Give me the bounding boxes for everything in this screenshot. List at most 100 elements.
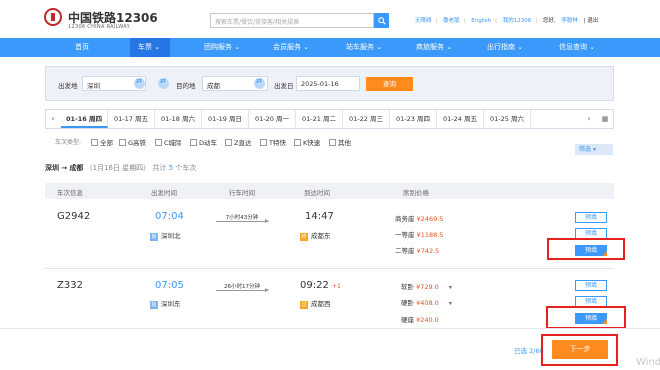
seat-name: 一等座 [395, 231, 415, 239]
filter-option-z[interactable]: Z直达 [225, 137, 251, 147]
chevron-down-icon[interactable]: ▾ [449, 300, 452, 307]
depart-station-name: 深圳东 [161, 300, 181, 308]
next-day-marker: +1 [332, 283, 341, 290]
date-tab-7[interactable]: 01-23 周四 [390, 110, 437, 128]
nav-home[interactable]: 首页 [75, 38, 89, 57]
search-button[interactable] [374, 13, 389, 28]
book-button-business[interactable]: 预填 [575, 212, 607, 223]
seat-name: 硬座 [401, 316, 414, 324]
main-nav: 首页 车票 ⌄ 团购服务 ⌄ 会员服务 ⌄ 站车服务 ⌄ 商旅服务 ⌄ 出行指南… [0, 38, 660, 57]
depart-station: 始深圳东 [150, 298, 181, 309]
calendar-icon[interactable]: ▦ [598, 110, 612, 128]
seat-name: 二等座 [395, 247, 415, 255]
site-search-input[interactable]: 搜索车票/餐饮/常旅客/相关规章 [210, 13, 374, 28]
filter-button[interactable]: 筛选 ▾ [575, 144, 613, 155]
seat-price: ¥742.5 [416, 247, 440, 255]
filter-option-k[interactable]: K快速 [294, 137, 320, 147]
chevron-left-icon[interactable]: ‹ [46, 110, 60, 128]
language-link[interactable]: English [471, 18, 491, 24]
username-link[interactable]: 李聪林 [561, 18, 578, 24]
date-tab-8[interactable]: 01-24 周五 [437, 110, 484, 128]
logout-link[interactable]: | 退出 [584, 18, 599, 24]
seat-price: ¥240.0 [416, 316, 439, 324]
date-tab-3[interactable]: 01-19 周日 [202, 110, 249, 128]
filter-option-label: C城际 [164, 139, 182, 147]
seat-soft-sleeper: 软卧 ¥729.0 ▾ [401, 281, 452, 291]
train-number[interactable]: Z332 [57, 280, 83, 291]
row-divider [45, 268, 614, 269]
pass-station-badge: 过 [300, 301, 308, 309]
date-tab-2[interactable]: 01-18 周六 [155, 110, 202, 128]
date-tab-6[interactable]: 01-22 周三 [343, 110, 390, 128]
duration-arrow-icon [216, 219, 269, 223]
nav-group-label: 团购服务 [204, 43, 232, 51]
query-button[interactable]: 查询 [366, 77, 413, 91]
filter-option-label: D动车 [199, 139, 218, 147]
seat-business: 商务座 ¥2469.5 [395, 213, 443, 223]
nav-station-label: 站车服务 [346, 43, 374, 51]
nav-member-service[interactable]: 会员服务 ⌄ [273, 38, 309, 57]
filter-option-label: G高铁 [128, 139, 147, 147]
os-watermark: Wind [636, 357, 660, 368]
highlight-box [547, 238, 625, 260]
swap-stations-icon[interactable] [158, 77, 169, 89]
chevron-down-icon: ⌄ [234, 43, 241, 51]
chevron-right-icon[interactable]: › [582, 110, 596, 128]
chevron-down-icon[interactable]: ▾ [449, 284, 452, 291]
filter-option-label: T特快 [269, 139, 286, 147]
depart-station-name: 深圳北 [161, 232, 181, 240]
depart-station: 始深圳北 [150, 230, 181, 241]
date-input[interactable]: 2025-01-16 [296, 76, 360, 91]
elderly-mode-link[interactable]: 敬老版 [443, 18, 460, 24]
railway-logo-icon [44, 8, 62, 26]
my-12306-link[interactable]: 我的12306 [503, 18, 532, 24]
start-station-badge: 始 [150, 233, 158, 241]
location-icon [134, 77, 145, 89]
route-summary: 深圳 → 成都 （1月16日 星期四） 共计 5 个车次 [45, 163, 196, 173]
filter-option-label: 全部 [100, 139, 113, 147]
nav-group-service[interactable]: 团购服务 ⌄ [204, 38, 240, 57]
chevron-down-icon: ▾ [592, 146, 596, 153]
nav-station-service[interactable]: 站车服务 ⌄ [346, 38, 382, 57]
nav-tickets[interactable]: 车票 ⌄ [130, 38, 170, 57]
date-tab-4[interactable]: 01-20 周一 [249, 110, 296, 128]
checkbox-icon [155, 139, 162, 146]
filter-option-g[interactable]: G高铁 [119, 137, 146, 147]
seat-first-class: 一等座 ¥1188.5 [395, 229, 443, 239]
arrive-station: 过成都西 [300, 298, 331, 309]
filter-option-t[interactable]: T特快 [260, 137, 286, 147]
checkbox-icon [190, 139, 197, 146]
col-duration: 行车时间 [229, 189, 255, 197]
summary-count: 5 [168, 164, 174, 172]
filter-option-all[interactable]: 全部 [91, 137, 113, 147]
col-train-info: 车次信息 [57, 189, 83, 197]
date-tab-0[interactable]: 01-16 周四 [61, 110, 108, 128]
header: 中国铁路12306 12306 CHINA RAILWAY 搜索车票/餐饮/常旅… [0, 0, 660, 38]
nav-guide-label: 出行指南 [487, 43, 515, 51]
nav-business-service[interactable]: 商旅服务 ⌄ [416, 38, 452, 57]
filter-option-other[interactable]: 其他 [329, 137, 351, 147]
arrive-station-name: 成都东 [311, 232, 331, 240]
seat-price: ¥2469.5 [416, 215, 444, 223]
summary-count-prefix: 共计 [152, 164, 167, 172]
date-tab-1[interactable]: 01-17 周五 [108, 110, 155, 128]
filter-option-c[interactable]: C城际 [155, 137, 182, 147]
train-number[interactable]: G2942 [57, 211, 90, 222]
seat-name: 软卧 [401, 283, 414, 291]
date-tab-5[interactable]: 01-21 周二 [296, 110, 343, 128]
ticket-search-form: 出发地 深圳 目的地 成都 出发日 2025-01-16 查询 [45, 66, 614, 101]
accessibility-link[interactable]: 无障碍 [415, 18, 432, 24]
seat-hard-sleeper: 硬卧 ¥408.0 ▾ [401, 297, 452, 307]
arrive-time-value: 14:47 [305, 211, 334, 222]
arrive-time: 09:22 +1 [300, 280, 341, 291]
nav-info-query[interactable]: 信息查询 ⌄ [559, 38, 595, 57]
selected-count[interactable]: 已选 2/60 [514, 345, 544, 355]
book-button-soft-sleeper[interactable]: 预填 [575, 280, 607, 291]
checkbox-icon [294, 139, 301, 146]
nav-travel-guide[interactable]: 出行指南 ⌄ [487, 38, 523, 57]
location-icon [254, 77, 265, 89]
date-tabs: ‹ 01-16 周四 01-17 周五 01-18 周六 01-19 周日 01… [45, 109, 614, 129]
duration: 7小时43分钟 [225, 215, 259, 221]
date-tab-9[interactable]: 01-25 周六 [484, 110, 531, 128]
filter-option-d[interactable]: D动车 [190, 137, 217, 147]
